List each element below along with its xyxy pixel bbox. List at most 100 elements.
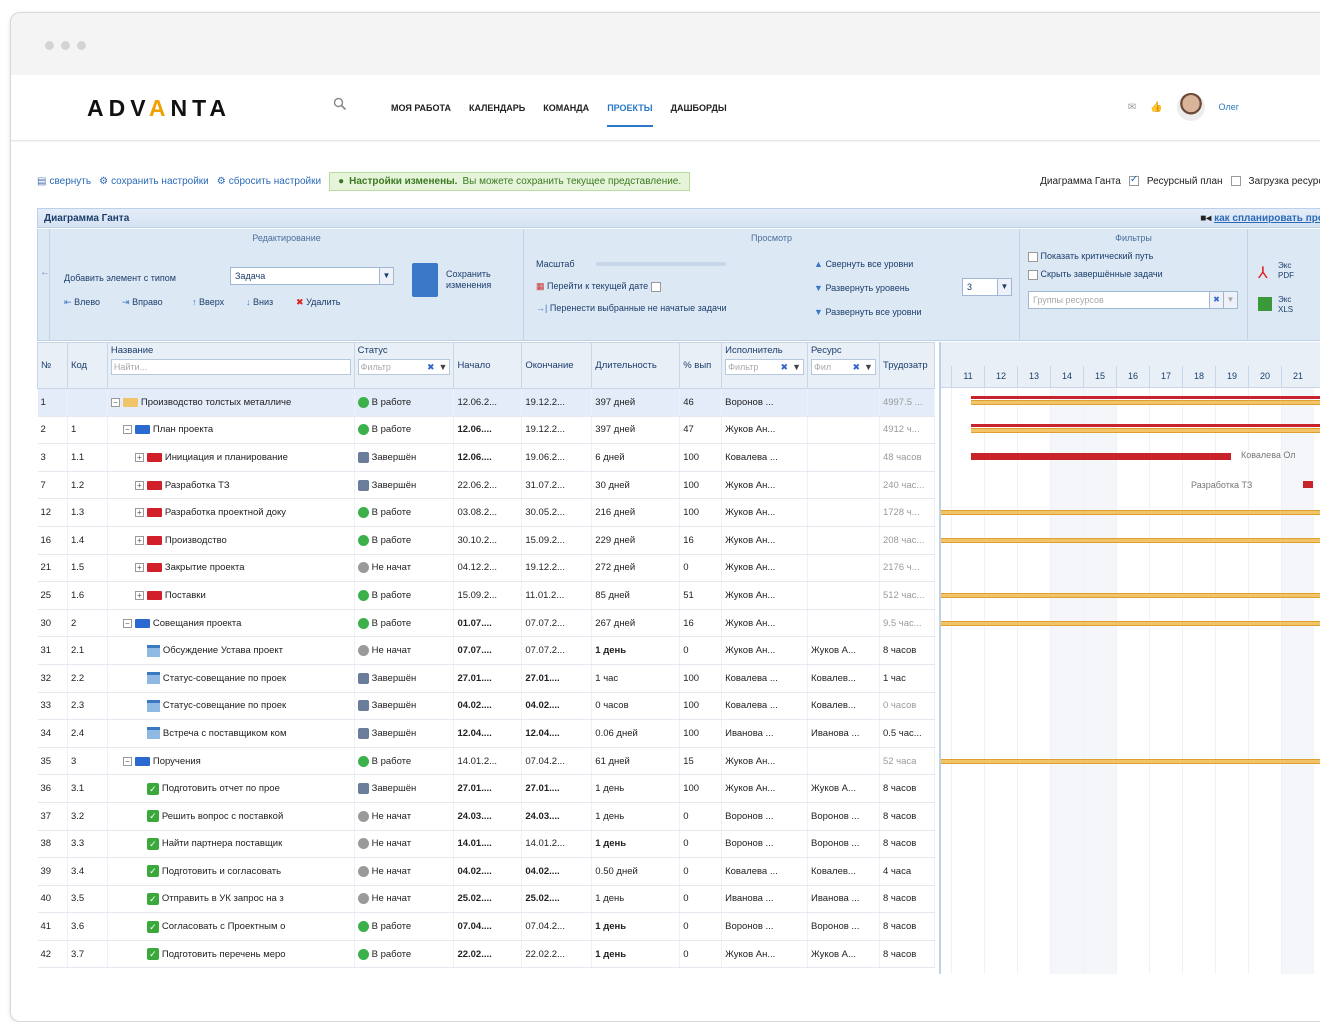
search-icon[interactable]	[333, 97, 347, 111]
delete-button[interactable]: ✖ Удалить	[296, 297, 340, 308]
mail-icon[interactable]: ✉	[1128, 102, 1136, 113]
gantt-bar[interactable]	[941, 538, 1320, 543]
row-name[interactable]: + Поставки	[107, 581, 355, 610]
gantt-bar[interactable]	[941, 620, 1320, 626]
row-name[interactable]: − Совещания проекта	[107, 609, 355, 638]
gantt-view-checkbox[interactable]	[1128, 174, 1139, 186]
show-critical-path[interactable]: Показать критический путь	[1028, 251, 1153, 262]
col-resource[interactable]: Ресурс Фил ✖ ▼	[807, 342, 880, 389]
gantt-bar[interactable]	[971, 396, 1320, 399]
clear-icon[interactable]: ✖	[425, 362, 437, 373]
nav-item[interactable]: КАЛЕНДАРЬ	[469, 103, 525, 127]
gantt-bar[interactable]	[971, 423, 1320, 427]
expand-toggle-icon[interactable]: +	[134, 535, 144, 545]
col-pct[interactable]: % вып	[679, 342, 723, 389]
row-name[interactable]: ✓ Отправить в УК запрос на з	[107, 885, 355, 914]
table-row[interactable]: 36 3.1 ✓ Подготовить отчет по прое Завершён 2…	[37, 774, 935, 803]
row-status[interactable]: В работе	[354, 581, 455, 610]
clear-icon[interactable]: ✖	[779, 362, 791, 373]
table-row[interactable]: 38 3.3 ✓ Найти партнера поставщик Не начат 14…	[37, 830, 935, 859]
row-name[interactable]: + Производство	[107, 526, 355, 555]
expand-toggle-icon[interactable]: +	[134, 590, 144, 600]
reset-settings-link[interactable]: ⚙ сбросить настройки	[217, 176, 321, 187]
row-status[interactable]: Не начат	[354, 885, 455, 914]
table-row[interactable]: 34 2.4 Встреча с поставщиком ком Завершён 12…	[37, 719, 935, 748]
expand-toggle-icon[interactable]: −	[110, 397, 120, 407]
goto-date-checkbox[interactable]	[650, 281, 661, 292]
ribbon-collapse[interactable]: ←	[38, 229, 50, 340]
gantt-bar[interactable]	[971, 427, 1320, 433]
move-down-button[interactable]: ↓ Вниз	[246, 297, 273, 307]
gantt-bar[interactable]	[971, 400, 1320, 405]
col-duration[interactable]: Длительность	[591, 342, 681, 389]
excel-icon[interactable]	[1258, 297, 1272, 311]
nav-item[interactable]: ДАШБОРДЫ	[671, 103, 727, 127]
row-status[interactable]: В работе	[354, 609, 455, 638]
avatar[interactable]	[1176, 93, 1205, 121]
row-name[interactable]: ✓ Подготовить перечень меро	[107, 940, 355, 969]
col-code[interactable]: Код	[66, 342, 108, 389]
table-row[interactable]: 31 2.1 Обсуждение Устава проект Не начат 07.…	[37, 636, 935, 665]
table-row[interactable]: 3 1.1 + Инициация и планирование Завершён 12.…	[37, 443, 935, 472]
row-name[interactable]: ✓ Согласовать с Проектным о	[107, 912, 355, 941]
table-row[interactable]: 32 2.2 Статус-совещание по проек Завершён 27…	[37, 664, 935, 693]
move-left-button[interactable]: ⇤ Влево	[64, 297, 100, 308]
move-selected-button[interactable]: →| Перенести выбранные не начатые задачи	[536, 303, 727, 313]
row-name[interactable]: + Инициация и планирование	[107, 443, 355, 472]
clear-icon[interactable]: ✖	[850, 362, 862, 373]
table-row[interactable]: 30 2 − Совещания проекта В работе 01.07.... 07…	[37, 609, 935, 638]
clear-icon[interactable]: ✖	[1209, 292, 1223, 308]
row-status[interactable]: Завершён	[354, 471, 455, 500]
expand-toggle-icon[interactable]: −	[122, 425, 132, 435]
gantt-bar[interactable]	[941, 510, 1320, 516]
row-status[interactable]: В работе	[354, 747, 455, 776]
gantt-bar[interactable]	[941, 758, 1320, 764]
scale-slider[interactable]	[596, 262, 726, 266]
table-row[interactable]: 42 3.7 ✓ Подготовить перечень меро В работе 2…	[37, 940, 935, 969]
row-name[interactable]: − Производство толстых металличе	[107, 388, 355, 417]
col-executor[interactable]: Исполнитель Фильтр ✖ ▼	[721, 342, 809, 389]
expand-toggle-icon[interactable]: +	[134, 480, 144, 490]
row-status[interactable]: Не начат	[354, 802, 455, 831]
hide-completed[interactable]: Скрыть завершённые задачи	[1028, 269, 1163, 280]
row-name[interactable]: Статус-совещание по проек	[107, 664, 355, 693]
col-status[interactable]: Статус Фильтр ✖ ▼	[353, 342, 455, 389]
table-row[interactable]: 21 1.5 + Закрытие проекта Не начат 04.12.2...…	[37, 554, 935, 583]
expand-toggle-icon[interactable]: +	[134, 452, 144, 462]
row-status[interactable]: Завершён	[354, 719, 455, 748]
table-row[interactable]: 12 1.3 + Разработка проектной доку В работе 0…	[37, 498, 935, 527]
row-status[interactable]: Не начат	[354, 830, 455, 859]
row-status[interactable]: В работе	[354, 388, 455, 417]
table-row[interactable]: 1 − Производство толстых металличе В работе…	[37, 388, 935, 417]
table-row[interactable]: 7 1.2 + Разработка ТЗ Завершён 22.06.2... 31.0…	[37, 471, 935, 500]
nav-item[interactable]: ПРОЕКТЫ	[607, 103, 653, 127]
col-start[interactable]: Начало	[453, 342, 523, 389]
table-row[interactable]: 41 3.6 ✓ Согласовать с Проектным оВ работе 0…	[37, 912, 935, 941]
collapse-link[interactable]: ▤ свернуть	[37, 176, 91, 187]
table-row[interactable]: 25 1.6 + Поставки В работе 15.09.2... 11.01.2.…	[37, 581, 935, 610]
expand-toggle-icon[interactable]: +	[134, 508, 144, 518]
table-row[interactable]: 2 1 − План проекта В работе 12.06.... 19.12.2.…	[37, 416, 935, 445]
row-name[interactable]: ✓ Найти партнера поставщик	[107, 830, 355, 859]
name-filter-input[interactable]: Найти...	[110, 359, 351, 375]
table-row[interactable]: 37 3.2 ✓ Решить вопрос с поставкой Не начат 2…	[37, 802, 935, 831]
row-name[interactable]: + Закрытие проекта	[107, 554, 355, 583]
status-filter[interactable]: Фильтр ✖ ▼	[357, 359, 451, 375]
hide-completed-checkbox[interactable]	[1028, 269, 1038, 280]
row-status[interactable]: Завершён	[354, 443, 455, 472]
col-name[interactable]: Название Найти...	[106, 342, 355, 389]
row-status[interactable]: Не начат	[354, 857, 455, 886]
export-xls-button[interactable]: Экс XLS	[1278, 295, 1293, 315]
row-name[interactable]: − План проекта	[107, 416, 355, 445]
row-status[interactable]: В работе	[354, 416, 455, 445]
row-name[interactable]: − Поручения	[107, 747, 355, 776]
expand-toggle-icon[interactable]: +	[134, 563, 144, 573]
row-status[interactable]: В работе	[354, 912, 455, 941]
gantt-bar[interactable]	[941, 593, 1320, 599]
user-name[interactable]: Олег	[1219, 102, 1239, 112]
export-pdf-button[interactable]: Экс PDF	[1278, 261, 1294, 281]
row-status[interactable]: Завершён	[354, 664, 455, 693]
col-end[interactable]: Окончание	[521, 342, 593, 389]
save-settings-link[interactable]: ⚙ сохранить настройки	[99, 176, 209, 187]
resource-filter[interactable]: Фил ✖ ▼	[811, 359, 876, 375]
